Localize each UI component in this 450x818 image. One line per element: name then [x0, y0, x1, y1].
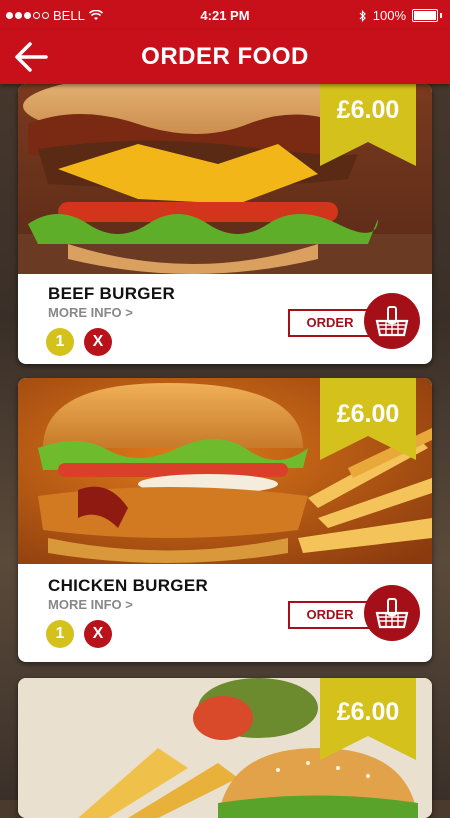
more-info-link[interactable]: MORE INFO >: [48, 597, 133, 612]
quantity-badge[interactable]: 1: [46, 328, 74, 356]
price-label: £6.00: [336, 698, 400, 726]
menu-item-card[interactable]: £6.00: [18, 678, 432, 818]
basket-icon: [375, 306, 409, 337]
remove-button[interactable]: X: [84, 620, 112, 648]
page-title: ORDER FOOD: [141, 43, 309, 70]
order-button[interactable]: ORDER: [288, 601, 372, 629]
status-bar: BELL 4:21 PM 100%: [0, 0, 450, 30]
add-to-basket-button[interactable]: [364, 585, 420, 641]
basket-icon: [375, 598, 409, 629]
quantity-badge[interactable]: 1: [46, 620, 74, 648]
order-button[interactable]: ORDER: [288, 309, 372, 337]
item-name: CHICKEN BURGER: [48, 576, 209, 595]
remove-button[interactable]: X: [84, 328, 112, 356]
item-name: BEEF BURGER: [48, 284, 176, 303]
more-info-link[interactable]: MORE INFO >: [48, 305, 133, 320]
battery-icon: [412, 9, 438, 22]
battery-percent: 100%: [372, 8, 406, 23]
bluetooth-icon: [359, 9, 366, 22]
price-label: £6.00: [336, 96, 400, 124]
status-right: 100%: [359, 8, 442, 23]
battery-tip: [440, 13, 442, 18]
menu-item-card[interactable]: £6.00 CHICKEN BURGER MORE INFO > 1 X ORD…: [18, 378, 432, 662]
menu-item-card[interactable]: £6.00 BEEF BURGER MORE INFO > 1 X ORDER: [18, 84, 432, 364]
add-to-basket-button[interactable]: [364, 293, 420, 349]
nav-bar: ORDER FOOD: [0, 30, 450, 84]
price-label: £6.00: [336, 400, 400, 428]
